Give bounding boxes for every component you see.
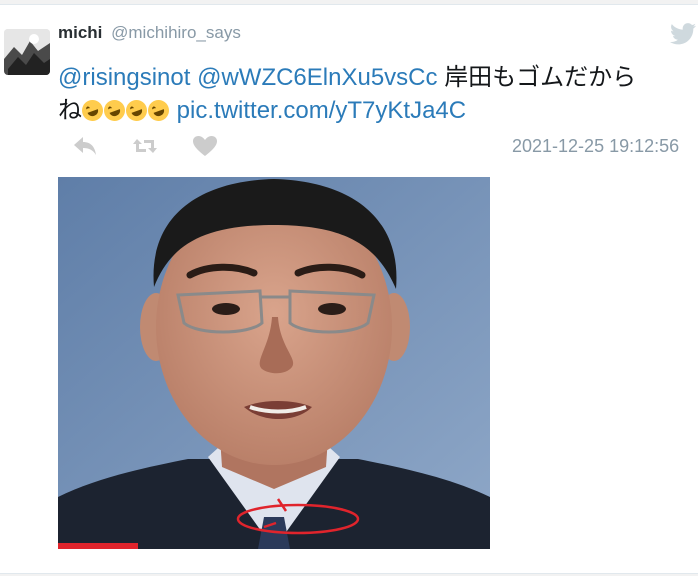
mention-link-2[interactable]: @wWZC6ElnXu5vsCc — [197, 64, 437, 91]
tweet-card: michi @michihiro_says @risingsinot @wWZC… — [0, 4, 698, 574]
mention-link-1[interactable]: @risingsinot — [58, 64, 190, 91]
tweet-body-text: 岸田もゴムだから — [444, 64, 637, 91]
pic-link[interactable]: pic.twitter.com/yT7yKtJa4C — [177, 97, 466, 124]
display-name[interactable]: michi — [58, 23, 102, 42]
attached-photo[interactable] — [58, 177, 490, 549]
avatar[interactable] — [4, 29, 50, 75]
twitter-bird-icon — [670, 23, 696, 45]
retweet-icon[interactable] — [132, 135, 158, 159]
heart-icon[interactable] — [192, 135, 218, 159]
laughing-emoji-icon — [79, 97, 106, 124]
tweet-text: @risingsinot @wWZC6ElnXu5vsCc 岸田もゴムだから ね… — [58, 61, 694, 127]
tweet-timestamp[interactable]: 2021-12-25 19:12:56 — [512, 136, 679, 157]
laughing-emoji-icon — [123, 97, 150, 124]
reply-icon[interactable] — [72, 135, 98, 159]
laughing-emoji-icon — [101, 97, 128, 124]
laughing-emoji-icon — [145, 97, 172, 124]
tweet-body-text-2: ね — [58, 97, 82, 124]
user-handle[interactable]: @michihiro_says — [111, 23, 241, 42]
tweet-header: michi @michihiro_says — [58, 23, 241, 43]
